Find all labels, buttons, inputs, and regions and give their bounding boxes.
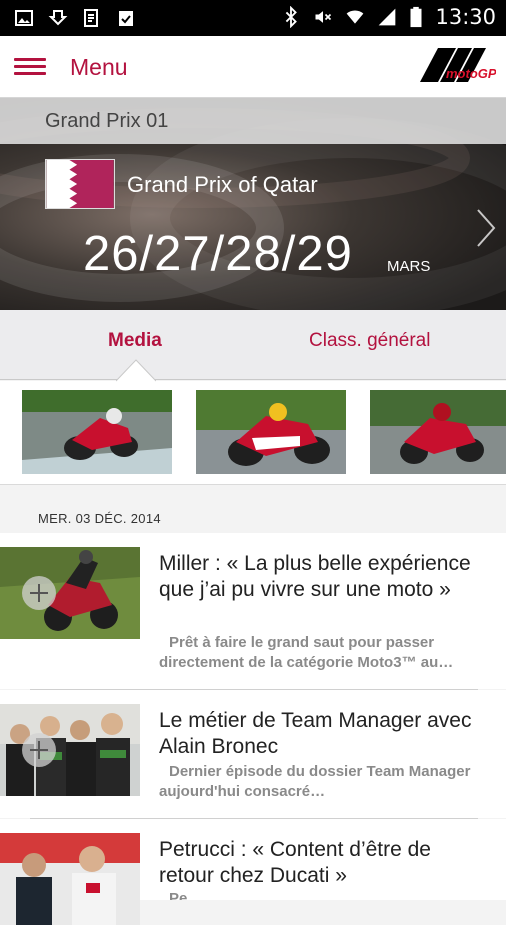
battery-icon — [410, 6, 422, 28]
svg-text:motoGP: motoGP — [446, 66, 496, 81]
tab-classification[interactable]: Class. général — [309, 330, 430, 352]
tab-bar: Media Class. général — [0, 310, 506, 380]
media-thumbnail[interactable] — [22, 390, 172, 474]
media-thumbnail[interactable] — [370, 390, 506, 474]
clipboard-check-icon — [119, 11, 133, 26]
news-item[interactable]: Miller : « La plus belle expérience que … — [0, 533, 506, 689]
news-thumbnail — [0, 704, 140, 796]
media-thumbnail[interactable] — [196, 390, 346, 474]
news-summary: Prêt à faire le grand saut pour passer d… — [159, 634, 454, 671]
round-bar: Grand Prix 01 — [0, 98, 506, 144]
event-month: MARS — [387, 258, 431, 275]
active-tab-indicator — [116, 359, 156, 382]
date-heading: MER. 03 DÉC. 2014 — [38, 511, 161, 526]
bluetooth-icon — [286, 6, 298, 28]
round-label: Grand Prix 01 — [45, 110, 169, 132]
news-summary: Dernier épisode du dossier Team Manager … — [159, 763, 471, 800]
gallery-icon — [15, 10, 33, 26]
news-summary: Pe… — [169, 890, 203, 900]
event-hero[interactable]: Grand Prix 01 Grand Prix of Qatar 26/27/… — [0, 98, 506, 310]
menu-icon[interactable] — [14, 58, 46, 76]
news-item[interactable]: Le métier de Team Manager avec Alain Bro… — [0, 690, 506, 818]
event-name: Grand Prix of Qatar — [127, 172, 318, 197]
news-thumbnail — [0, 547, 140, 639]
chevron-right-icon[interactable] — [474, 208, 498, 248]
app-bar: Menu motoGP — [0, 36, 506, 98]
news-title: Miller : « La plus belle expérience que … — [159, 552, 471, 601]
signal-icon — [379, 8, 396, 26]
event-dates: 26/27/28/29 — [83, 227, 353, 281]
qatar-flag — [45, 159, 115, 209]
status-bar: 13:30 — [0, 0, 506, 36]
mute-icon — [315, 11, 332, 23]
news-feed: MER. 03 DÉC. 2014 Miller : « La plus bel… — [0, 485, 506, 925]
download-icon — [48, 10, 68, 26]
media-carousel[interactable] — [0, 381, 506, 485]
document-icon — [84, 9, 98, 27]
add-icon[interactable] — [22, 576, 56, 610]
motogp-logo: motoGP — [420, 48, 496, 82]
news-title: Le métier de Team Manager avec Alain Bro… — [159, 709, 472, 758]
news-item[interactable]: Petrucci : « Content d’être de retour ch… — [0, 819, 506, 925]
news-title: Petrucci : « Content d’être de retour ch… — [159, 838, 431, 887]
tab-media[interactable]: Media — [108, 330, 162, 352]
clock: 13:30 — [435, 5, 496, 29]
menu-title[interactable]: Menu — [70, 54, 128, 81]
wifi-icon — [347, 10, 364, 24]
add-icon[interactable] — [22, 733, 56, 767]
news-thumbnail — [0, 833, 140, 925]
